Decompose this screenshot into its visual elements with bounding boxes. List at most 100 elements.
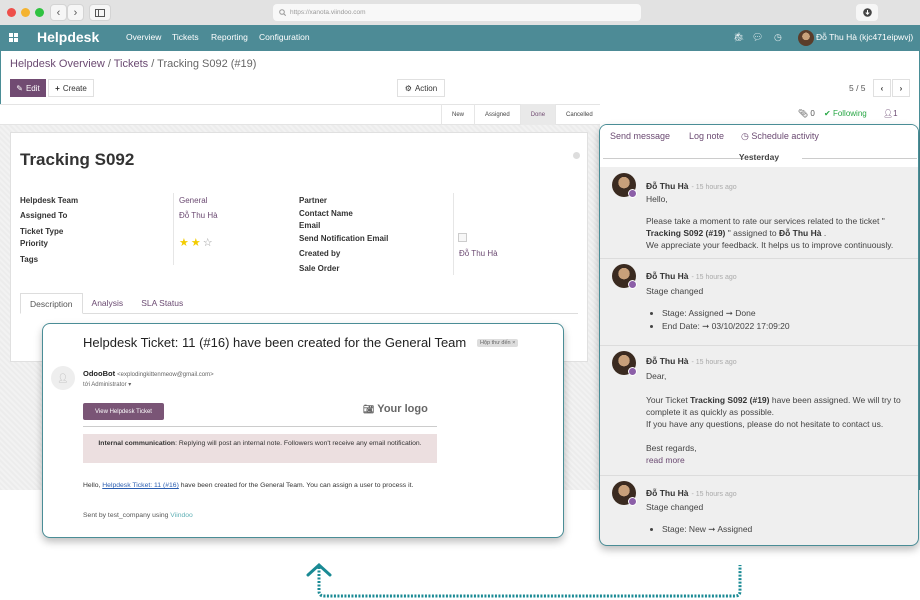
stage-selector: New Assigned Done Cancelled	[441, 104, 603, 125]
menu-overview[interactable]: Overview	[126, 32, 161, 42]
field-label-email: Email	[299, 221, 321, 230]
message-author[interactable]: Đỗ Thu Hà - 15 hours ago	[646, 181, 737, 191]
action-button[interactable]: ⚙ Action	[397, 79, 445, 97]
menu-tickets[interactable]: Tickets	[172, 32, 199, 42]
pager-next-button[interactable]: ›	[892, 79, 910, 97]
address-bar[interactable]: https://xanota.viindoo.com	[273, 4, 641, 21]
email-footer: Sent by test_company using Viindoo	[83, 512, 193, 519]
author-name: Đỗ Thu Hà	[646, 181, 689, 191]
sender-avatar: 👤︎	[51, 366, 75, 390]
kanban-state-icon[interactable]	[573, 152, 580, 159]
field-value-created-by[interactable]: Đỗ Thu Hà	[459, 249, 498, 258]
message-line: If you have any questions, please do not…	[646, 419, 884, 429]
message-title: Stage changed	[646, 286, 704, 296]
tab-description[interactable]: Description	[20, 293, 83, 314]
person-icon: 👤︎	[57, 372, 69, 383]
field-label-assigned-to: Assigned To	[20, 211, 68, 220]
message-time: - 15 hours ago	[691, 491, 737, 498]
breadcrumb-helpdesk-overview[interactable]: Helpdesk Overview	[10, 58, 105, 70]
tab-label: SLA Status	[141, 298, 184, 308]
user-menu[interactable]: Đỗ Thu Hà (kjc471eipwvj)	[816, 32, 913, 42]
message-body: Dear, Your Ticket Tracking S092 (#19) ha…	[646, 370, 911, 466]
forward-button[interactable]: ›	[67, 4, 84, 21]
menu-reporting[interactable]: Reporting	[211, 32, 248, 42]
following-button[interactable]: ✔ Following	[824, 109, 867, 118]
bug-icon[interactable]: 🐞︎	[733, 32, 744, 43]
stage-done[interactable]: Done	[519, 104, 556, 125]
inbox-label[interactable]: Hộp thư đến ×	[477, 339, 519, 347]
message-line: Hello,	[646, 194, 668, 204]
chat-icon[interactable]: 💬︎	[752, 32, 763, 43]
send-notification-checkbox[interactable]	[458, 233, 467, 242]
downloads-button[interactable]	[856, 4, 878, 21]
message-body: Hello, Please take a moment to rate our …	[646, 193, 893, 251]
plus-icon: +	[55, 83, 60, 93]
recipient-dropdown[interactable]: tới Administrator ▾	[83, 381, 131, 388]
user-avatar[interactable]	[798, 30, 814, 46]
apps-menu-icon[interactable]	[9, 33, 18, 42]
sidebar-toggle-button[interactable]	[89, 4, 111, 21]
stage-assigned[interactable]: Assigned	[474, 104, 520, 125]
following-label: Following	[832, 109, 867, 118]
message-author[interactable]: Đỗ Thu Hà - 15 hours ago	[646, 271, 737, 281]
stage-label: New	[452, 111, 465, 118]
app-name[interactable]: Helpdesk	[37, 29, 99, 45]
breadcrumb-tickets[interactable]: Tickets	[114, 58, 148, 70]
close-window-button[interactable]	[7, 8, 16, 17]
sent-by-text: Sent by test_company using	[83, 512, 171, 519]
maximize-window-button[interactable]	[35, 8, 44, 17]
log-note-button[interactable]: Log note	[689, 131, 724, 141]
field-divider	[173, 193, 174, 265]
tab-analysis[interactable]: Analysis	[83, 293, 133, 313]
star-filled-icon[interactable]: ★	[179, 236, 189, 249]
followers-button[interactable]: 👤︎1	[883, 109, 898, 118]
star-filled-icon[interactable]: ★	[191, 236, 201, 249]
message-line: Your Ticket	[646, 395, 691, 405]
chatter-message: Đỗ Thu Hà- 15 hours ago Stage changed St…	[600, 258, 918, 345]
pencil-icon: ✎	[16, 83, 23, 93]
star-empty-icon[interactable]: ☆	[203, 236, 213, 249]
author-avatar	[612, 481, 637, 506]
priority-stars: ★ ★ ☆	[179, 236, 213, 249]
message-line: We appreciate your feedback. It helps us…	[646, 240, 894, 250]
stage-label: Done	[530, 111, 546, 118]
field-value-assigned-to[interactable]: Đỗ Thu Hà	[179, 211, 218, 220]
ticket-link[interactable]: Helpdesk Ticket: 11 (#16)	[102, 482, 179, 489]
tracking-changes: Stage: Assigned ➞ Done End Date: ➞ 03/10…	[662, 307, 790, 333]
read-more-link[interactable]: read more	[646, 454, 911, 466]
author-name: Đỗ Thu Hà	[646, 488, 689, 498]
viindoo-link[interactable]: Viindoo	[170, 512, 193, 519]
stage-cancelled[interactable]: Cancelled	[555, 104, 603, 125]
message-author[interactable]: Đỗ Thu Hà - 15 hours ago	[646, 488, 737, 498]
edit-label: Edit	[25, 83, 40, 93]
message-line: " assigned to	[725, 228, 779, 238]
send-message-button[interactable]: Send message	[610, 131, 670, 141]
hello-prefix: Hello,	[83, 482, 103, 489]
browser-toolbar: ‹ › https://xanota.viindoo.com	[0, 0, 920, 25]
chevron-right-icon: ›	[899, 83, 903, 93]
tab-label: Description	[30, 298, 73, 309]
view-helpdesk-ticket-button[interactable]: View Helpdesk Ticket	[83, 403, 164, 420]
pager-previous-button[interactable]: ‹	[873, 79, 891, 97]
clock-icon[interactable]: ◷	[774, 32, 782, 43]
menu-configuration[interactable]: Configuration	[259, 32, 310, 42]
camera-icon: 📷︎	[363, 404, 375, 414]
chatter-panel: Send message Log note ◷ Schedule activit…	[599, 124, 919, 546]
edit-button[interactable]: ✎ Edit	[10, 79, 46, 97]
schedule-activity-button[interactable]: ◷ Schedule activity	[741, 131, 819, 142]
author-avatar	[612, 264, 637, 289]
tracking-changes: Stage: New ➞ Assigned	[662, 523, 752, 536]
message-time: - 15 hours ago	[691, 184, 737, 191]
field-value-helpdesk-team[interactable]: General	[179, 196, 207, 205]
stage-new[interactable]: New	[441, 104, 474, 125]
top-navbar: Helpdesk Overview Tickets Reporting Conf…	[0, 25, 920, 51]
back-button[interactable]: ‹	[50, 4, 67, 21]
minimize-window-button[interactable]	[21, 8, 30, 17]
create-button[interactable]: + Create	[48, 79, 94, 97]
tab-sla-status[interactable]: SLA Status	[132, 293, 192, 313]
attachments-button[interactable]: 📎︎ 0	[798, 109, 815, 118]
message-author[interactable]: Đỗ Thu Hà - 15 hours ago	[646, 356, 737, 366]
field-label-priority: Priority	[20, 239, 49, 248]
message-line: Please take a moment to rate our service…	[646, 216, 885, 226]
followers-count: 1	[893, 109, 898, 118]
